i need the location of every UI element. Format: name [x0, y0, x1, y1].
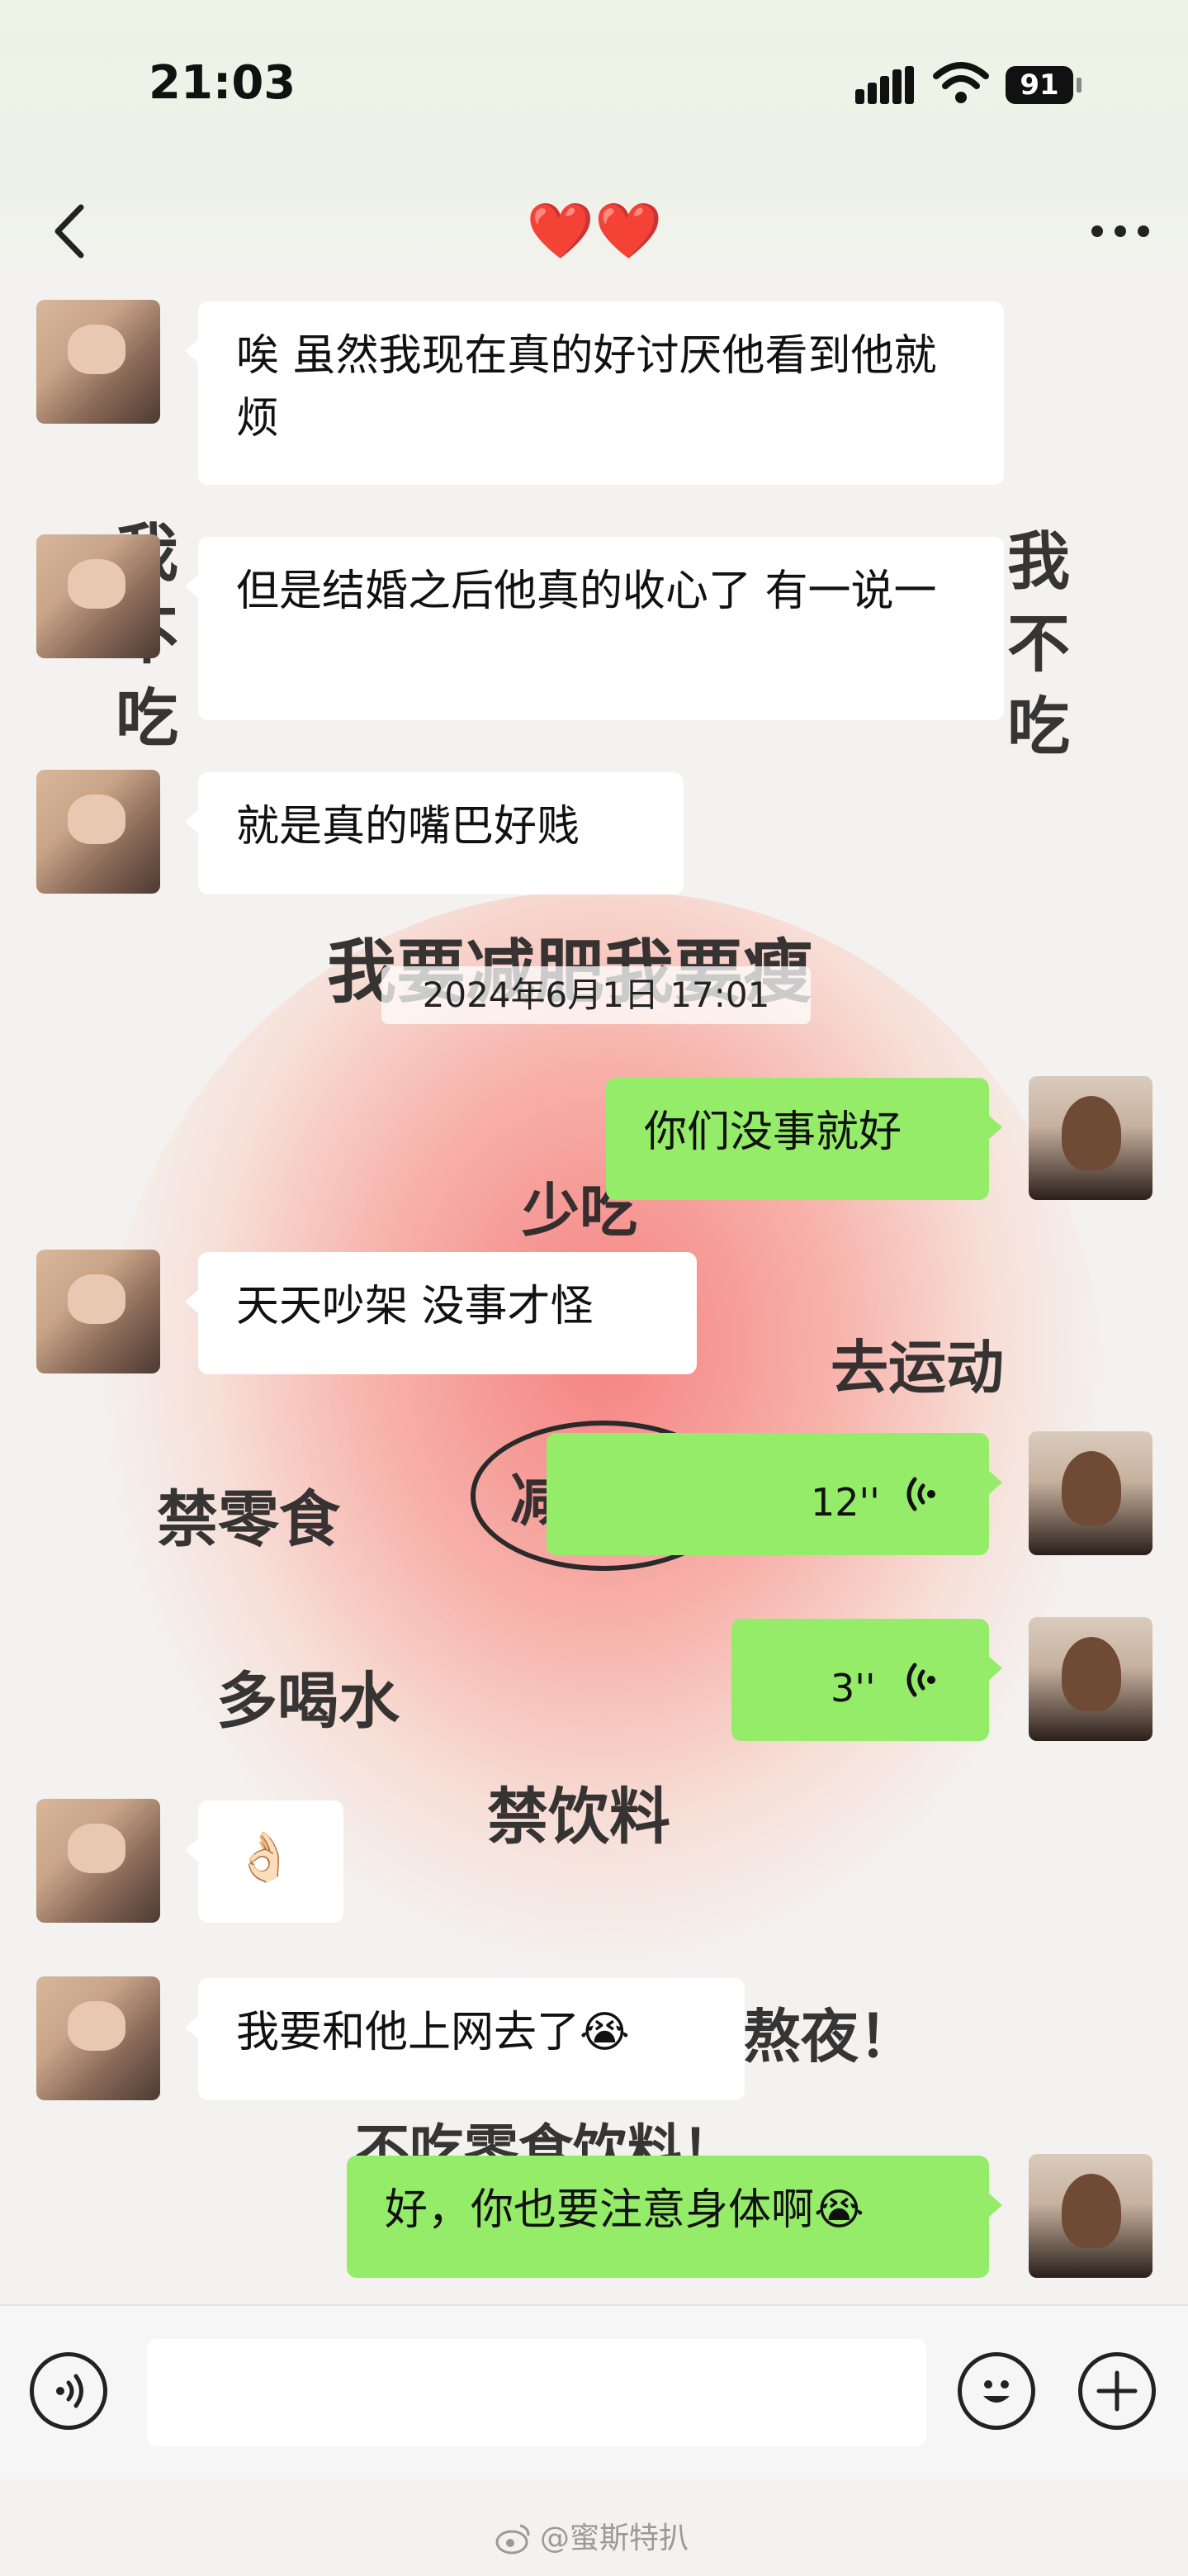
- chat-header: ❤️❤️: [0, 178, 1188, 285]
- smiley-face-icon: [983, 2380, 1010, 2403]
- plus-glyph: [1096, 2370, 1138, 2412]
- voice-message-bubble[interactable]: 12'': [547, 1433, 1002, 1555]
- avatar-me[interactable]: [1029, 2154, 1153, 2278]
- doodle-drink-water: 多喝水: [216, 1666, 400, 1737]
- weibo-logo-icon: [495, 2524, 530, 2555]
- cellular-signal-icon: [855, 66, 915, 104]
- avatar-friend[interactable]: [36, 1976, 160, 2100]
- doodle-partial-1: 熬夜！: [743, 2003, 916, 2071]
- avatar-me[interactable]: [1029, 1617, 1153, 1741]
- avatar-friend[interactable]: [36, 534, 160, 658]
- doodle-exercise: 去运动: [831, 1334, 1004, 1402]
- message-bubble-incoming[interactable]: 唉 虽然我现在真的好讨厌他看到他就烦: [185, 301, 1004, 485]
- message-bubble-incoming[interactable]: 天天吵架 没事才怪: [185, 1252, 697, 1374]
- message-text: 我要和他上网去了😭: [236, 2008, 630, 2057]
- message-bubble-outgoing[interactable]: 你们没事就好: [606, 1078, 1002, 1200]
- message-text: 就是真的嘴巴好贱: [236, 802, 580, 852]
- message-text: 你们没事就好: [644, 1108, 902, 1157]
- plus-icon[interactable]: [1078, 2352, 1156, 2430]
- status-time: 21:03: [149, 56, 296, 110]
- chat-timestamp: 2024年6月1日 17:01: [381, 966, 811, 1024]
- chat-title: ❤️❤️: [526, 199, 663, 263]
- voice-wave-icon: [906, 1477, 935, 1511]
- watermark-text: @蜜斯特扒: [540, 2521, 689, 2555]
- emoji-icon[interactable]: [958, 2352, 1035, 2430]
- avatar-friend[interactable]: [36, 300, 160, 424]
- weibo-watermark: @蜜斯特扒: [495, 2514, 710, 2564]
- message-text: 唉 虽然我现在真的好讨厌他看到他就烦: [236, 331, 937, 444]
- voice-duration: 3'': [831, 1666, 876, 1710]
- message-bubble-incoming[interactable]: 👌🏻: [185, 1800, 343, 1923]
- voice-wave-icon: [906, 1663, 935, 1697]
- message-bubble-outgoing[interactable]: 好，你也要注意身体啊😭: [347, 2156, 1002, 2278]
- avatar-me[interactable]: [1029, 1431, 1153, 1555]
- battery-cap: [1077, 78, 1082, 93]
- message-input-bar: [0, 2304, 1188, 2479]
- avatar-friend[interactable]: [36, 1799, 160, 1923]
- doodle-no-drinks: 禁饮料: [487, 1781, 670, 1853]
- avatar-me[interactable]: [1029, 1076, 1153, 1200]
- message-text-field[interactable]: [147, 2339, 926, 2446]
- voice-wave-icon: [56, 2374, 83, 2408]
- wifi-icon: [933, 62, 989, 103]
- message-text: 好，你也要注意身体啊😭: [385, 2185, 864, 2235]
- message-bubble-incoming[interactable]: 就是真的嘴巴好贱: [185, 772, 684, 894]
- message-bubble-incoming[interactable]: 我要和他上网去了😭: [185, 1978, 745, 2100]
- battery-icon: 91: [1006, 66, 1073, 104]
- more-dots-icon[interactable]: [1088, 211, 1154, 252]
- message-bubble-incoming[interactable]: 但是结婚之后他真的收心了 有一说一: [185, 537, 1004, 720]
- avatar-friend[interactable]: [36, 1250, 160, 1373]
- avatar-friend[interactable]: [36, 770, 160, 894]
- message-emoji: 👌🏻: [234, 1829, 295, 1885]
- voice-input-icon[interactable]: [30, 2352, 107, 2430]
- doodle-right-column: 我不吃: [1007, 524, 1070, 763]
- doodle-no-snacks: 禁零食: [157, 1484, 340, 1555]
- message-text: 天天吵架 没事才怪: [236, 1282, 594, 1331]
- voice-message-bubble[interactable]: 3'': [731, 1619, 1002, 1741]
- voice-duration: 12'': [811, 1480, 880, 1525]
- status-bar: 21:03 91: [0, 0, 1188, 165]
- chevron-left-icon[interactable]: [46, 202, 96, 260]
- message-text: 但是结婚之后他真的收心了 有一说一: [236, 567, 937, 616]
